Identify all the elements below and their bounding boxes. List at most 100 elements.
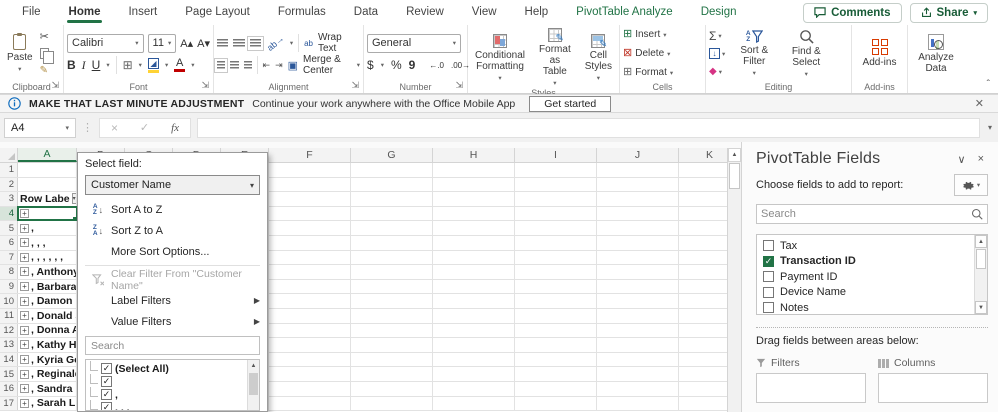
filter-value-item[interactable] (90, 373, 245, 388)
empty-cells[interactable] (268, 265, 741, 279)
empty-cells[interactable] (268, 323, 741, 338)
row-header[interactable]: 8 (0, 265, 18, 279)
expand-icon[interactable] (20, 238, 29, 248)
row-header[interactable]: 12 (0, 323, 18, 338)
row-header[interactable]: 14 (0, 352, 18, 367)
expand-icon[interactable] (20, 267, 29, 277)
empty-cells[interactable] (268, 338, 741, 352)
scrollbar-thumb[interactable] (976, 249, 986, 269)
chevron-down-icon[interactable]: ∨ (954, 153, 970, 166)
empty-cells[interactable] (268, 381, 741, 396)
font-family-combo[interactable]: Calibri ▾ (67, 33, 144, 53)
dialog-launcher-icon[interactable]: ⇲ (201, 80, 209, 91)
expand-icon[interactable] (20, 369, 29, 379)
column-header-a[interactable]: A (18, 148, 77, 162)
checkbox[interactable] (763, 271, 774, 283)
font-color-button[interactable]: A (174, 58, 186, 72)
insert-cells-button[interactable]: ⊞ Insert ▾ (623, 27, 673, 42)
row-header[interactable]: 3 (0, 192, 18, 206)
format-as-table-button[interactable]: Format as Table▾ (535, 27, 575, 88)
row-header[interactable]: 6 (0, 235, 18, 250)
empty-cells[interactable] (268, 250, 741, 265)
cell-a[interactable]: , Reginald ▾ (18, 367, 77, 381)
cell-a[interactable]: ▾ (18, 163, 77, 177)
select-all-corner[interactable] (0, 148, 18, 162)
delete-cells-button[interactable]: ⊠ Delete ▾ (623, 46, 673, 61)
cell-a[interactable]: , Kyria Gor ▾ (18, 352, 77, 367)
cell-a[interactable]: Row Labe ▾ (18, 192, 77, 206)
orientation-button[interactable]: ab→ (265, 33, 286, 53)
columns-area-dropzone[interactable] (878, 373, 988, 403)
sort-filter-button[interactable]: AZ Sort & Filter ▾ (731, 29, 777, 78)
increase-indent-button[interactable]: ⇥ (275, 60, 283, 71)
checkbox[interactable] (101, 363, 112, 374)
align-left-icon[interactable] (213, 57, 229, 73)
cell-styles-button[interactable]: Cell Styles▾ (581, 33, 616, 83)
empty-cells[interactable] (268, 308, 741, 323)
filters-area-dropzone[interactable] (756, 373, 866, 403)
ribbon-tab[interactable]: PivotTable Analyze (564, 1, 685, 24)
sort-z-to-a-item[interactable]: Z A ↓ Sort Z to A (85, 220, 260, 241)
formula-input[interactable] (197, 117, 980, 138)
scroll-up-icon[interactable]: ▲ (975, 235, 987, 248)
align-top-icon[interactable] (217, 38, 229, 48)
ribbon-tab[interactable]: Data (342, 1, 390, 24)
format-cells-button[interactable]: ⊞ Format ▾ (623, 65, 673, 80)
empty-cells[interactable] (268, 352, 741, 367)
addins-button[interactable]: Add-ins (859, 38, 901, 69)
align-right-icon[interactable] (243, 60, 252, 70)
empty-cells[interactable] (268, 206, 741, 221)
ribbon-tab[interactable]: Design (689, 1, 749, 24)
empty-cells[interactable] (268, 235, 741, 250)
empty-cells[interactable] (268, 221, 741, 235)
drag-handle-icon[interactable]: ⋮ (82, 121, 93, 134)
field-item[interactable]: Tax (763, 238, 971, 254)
field-list-scrollbar[interactable]: ▲ ▼ (974, 235, 987, 314)
ribbon-tab[interactable]: Review (394, 1, 456, 24)
filter-value-item[interactable]: , (90, 386, 245, 401)
row-header[interactable]: 16 (0, 381, 18, 396)
fields-search-input[interactable] (761, 208, 971, 220)
empty-cells[interactable] (268, 396, 741, 411)
fill-button[interactable]: ↓ ▾ (709, 47, 725, 61)
filter-list-scrollbar[interactable]: ▲ (247, 360, 259, 410)
clear-filter-item[interactable]: Clear Filter From "Customer Name" (85, 268, 260, 292)
more-sort-options-item[interactable]: More Sort Options... (85, 241, 260, 262)
expand-icon[interactable] (20, 252, 29, 262)
close-icon[interactable]: ✕ (969, 97, 990, 110)
close-icon[interactable]: × (974, 153, 988, 165)
comma-style-button[interactable]: 9 (409, 58, 416, 72)
borders-button[interactable]: ⊞ (123, 58, 133, 72)
empty-cells[interactable] (268, 279, 741, 294)
enter-icon[interactable]: ✓ (140, 121, 149, 134)
ribbon-tab[interactable]: Help (513, 1, 561, 24)
name-box[interactable]: A4 ▾ (4, 117, 76, 138)
comments-button[interactable]: Comments (803, 2, 902, 23)
underline-button[interactable]: U (92, 58, 101, 72)
empty-cells[interactable] (268, 163, 741, 177)
filter-search-input[interactable] (85, 336, 260, 355)
number-format-combo[interactable]: General ▾ (367, 33, 461, 53)
accounting-format-button[interactable]: $ (367, 58, 374, 72)
decrease-indent-button[interactable]: ⇤ (263, 60, 271, 71)
expand-icon[interactable] (20, 311, 29, 321)
checkbox[interactable] (763, 302, 774, 314)
align-middle-icon[interactable] (233, 38, 245, 48)
field-item[interactable]: Transaction ID (763, 254, 971, 270)
expand-icon[interactable] (20, 282, 29, 292)
field-item[interactable]: Payment ID (763, 269, 971, 285)
expand-icon[interactable] (20, 340, 29, 350)
row-labels-filter-button[interactable]: ▾ (71, 193, 76, 205)
row-header[interactable]: 11 (0, 308, 18, 323)
cut-button[interactable]: ✂ (40, 30, 54, 44)
row-header[interactable]: 5 (0, 221, 18, 235)
checkbox[interactable] (101, 389, 112, 400)
align-center-icon[interactable] (230, 60, 239, 70)
row-header[interactable]: 15 (0, 367, 18, 381)
ribbon-tab[interactable]: Insert (116, 1, 169, 24)
column-header[interactable]: J (597, 148, 679, 162)
row-header[interactable]: 1 (0, 163, 18, 177)
ribbon-tab[interactable]: Page Layout (173, 1, 262, 24)
insert-function-icon[interactable]: fx (171, 122, 179, 134)
percent-style-button[interactable]: % (391, 58, 402, 72)
